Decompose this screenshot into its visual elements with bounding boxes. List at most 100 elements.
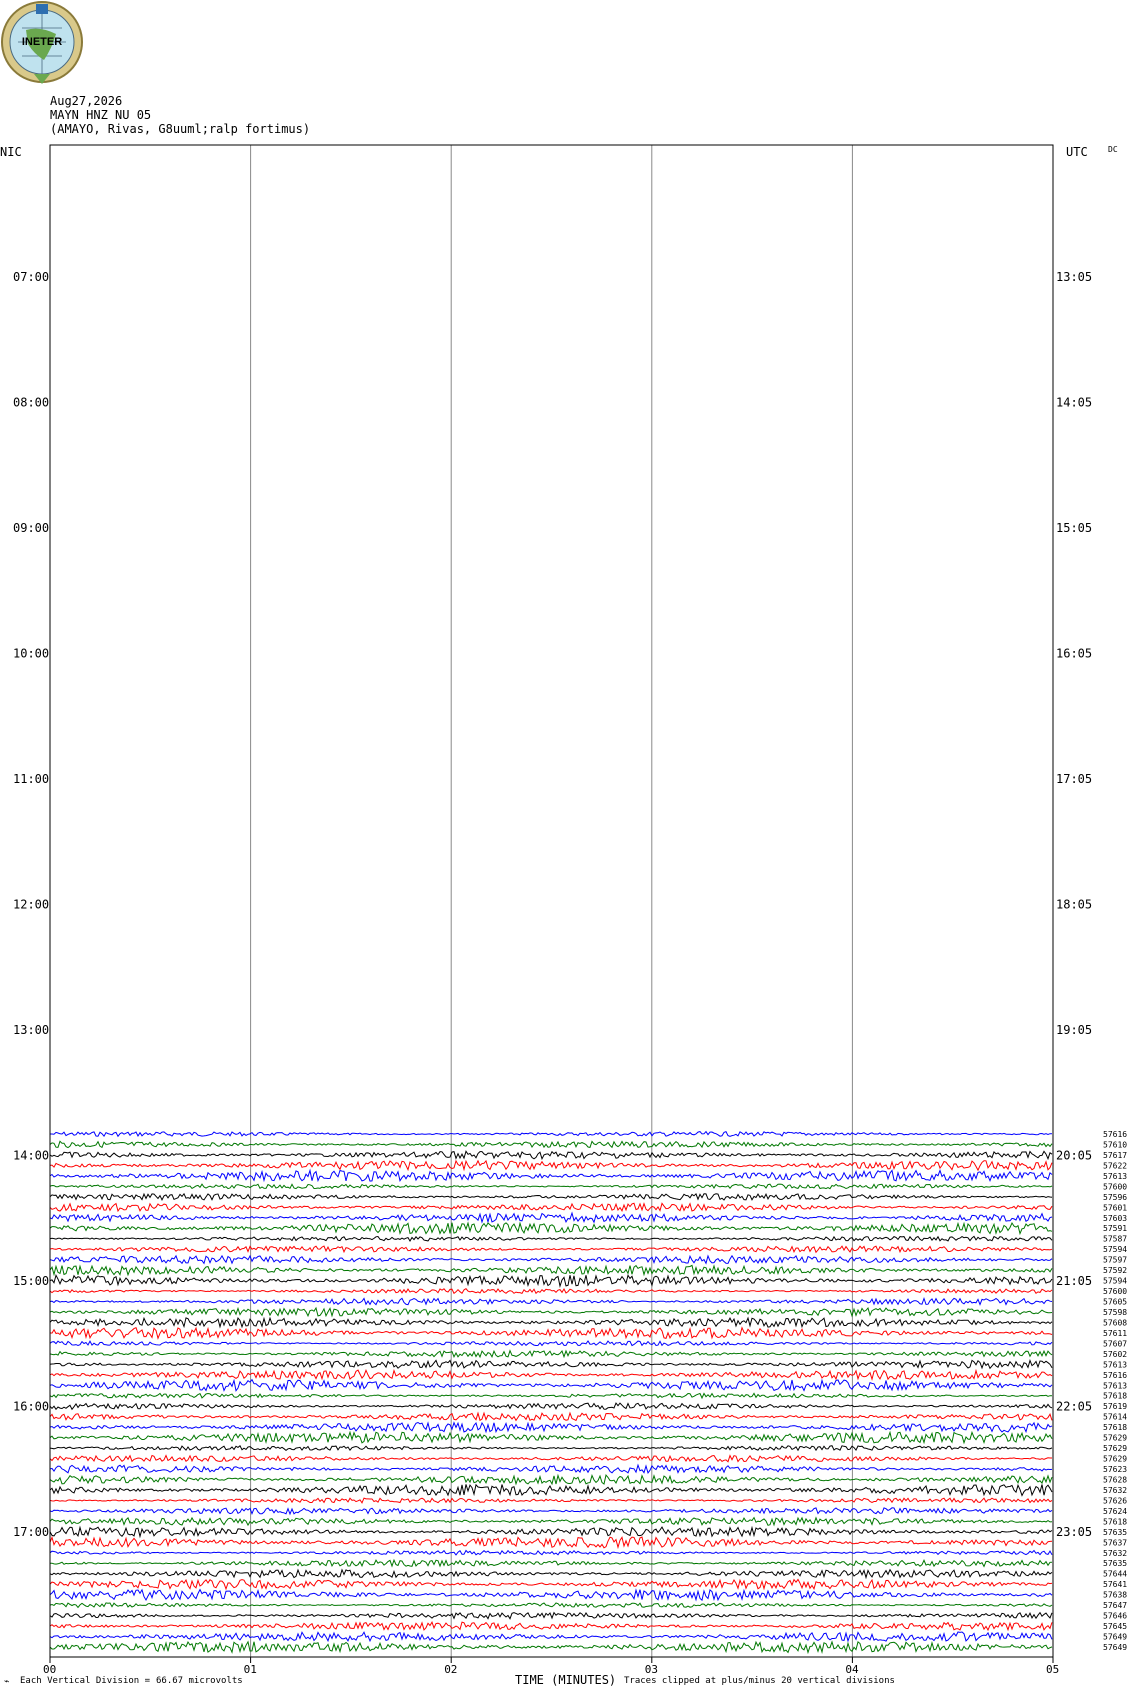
dc-label: DC [1108,145,1118,154]
left-hour-label: 09:00 [13,521,49,535]
trace-id-label: 57644 [1103,1570,1127,1579]
seismic-trace [49,1602,1053,1609]
seismic-trace [49,1497,1053,1504]
seismic-trace [49,1507,1053,1516]
trace-id-label: 57629 [1103,1444,1127,1453]
trace-id-label: 57601 [1103,1203,1127,1212]
trace-id-label: 57616 [1103,1130,1127,1139]
trace-id-label: 57618 [1103,1423,1127,1432]
right-hour-label: 19:05 [1056,1023,1092,1037]
seismic-trace [50,1558,1053,1568]
seismic-trace [49,1445,1053,1452]
trace-id-label: 57613 [1103,1172,1127,1181]
seismic-trace [49,1535,1053,1550]
seismic-trace [49,1578,1053,1591]
seismic-trace [49,1454,1052,1463]
trace-id-label: 57603 [1103,1214,1127,1223]
seismic-trace [49,1621,1053,1632]
seismic-trace [49,1245,1053,1254]
seismic-trace [49,1588,1053,1602]
right-hour-label: 20:05 [1056,1149,1092,1163]
seismic-trace [49,1349,1053,1359]
right-hour-label: 17:05 [1056,772,1092,786]
trace-id-label: 57616 [1103,1371,1127,1380]
seismic-trace [49,1463,1053,1475]
trace-id-label: 57635 [1103,1559,1127,1568]
seismic-trace [49,1202,1053,1213]
microvolts-label: 66.67 microvolts [156,1676,243,1686]
trace-id-label: 57629 [1103,1455,1127,1464]
seismic-trace [49,1473,1053,1486]
trace-id-label: 57598 [1103,1308,1127,1317]
trace-id-label: 57619 [1103,1402,1127,1411]
trace-id-label: 57617 [1103,1151,1127,1160]
seismic-trace [49,1411,1053,1422]
seismic-trace [49,1159,1053,1172]
seismic-trace [49,1140,1053,1149]
trace-id-label: 57623 [1103,1465,1127,1474]
trace-id-label: 57618 [1103,1517,1127,1526]
trace-id-label: 57637 [1103,1538,1127,1547]
seismic-trace [49,1430,1053,1445]
seismic-trace [49,1483,1053,1497]
seismic-trace [49,1211,1053,1224]
seismic-trace [49,1378,1053,1392]
trace-id-label: 57624 [1103,1507,1127,1516]
plot-frame [49,144,1054,1658]
time-gridlines [250,145,853,1657]
seismic-trace [49,1640,1053,1655]
x-tick-label-05: 05 [1046,1663,1059,1676]
seismic-trace [49,1358,1053,1370]
trace-id-label: 57607 [1103,1339,1127,1348]
x-tick-label-00: 00 [43,1663,56,1676]
trace-id-label: 57608 [1103,1318,1127,1327]
trace-id-label: 57646 [1103,1612,1127,1621]
trace-id-label: 57638 [1103,1591,1127,1600]
right-hour-label: 15:05 [1056,521,1092,535]
seismic-trace [49,1326,1053,1340]
trace-id-label: 57632 [1103,1549,1127,1558]
seismic-trace [49,1525,1053,1539]
right-hour-label: 18:05 [1056,898,1092,912]
trace-id-label: 57641 [1103,1580,1127,1589]
trace-id-label: 57596 [1103,1193,1127,1202]
left-hour-label: 10:00 [13,647,49,661]
x-tick-label-03: 03 [645,1663,658,1676]
seismic-trace [49,1316,1053,1329]
left-hour-label: 08:00 [13,396,49,410]
right-hour-label: 14:05 [1056,396,1092,410]
seismic-trace [49,1631,1053,1643]
seismic-trace [49,1168,1053,1183]
left-hour-label: 07:00 [13,270,49,284]
seismic-trace [49,1254,1053,1265]
trace-id-label: 57605 [1103,1298,1127,1307]
left-hour-label: 12:00 [13,898,49,912]
left-hour-label: 16:00 [13,1400,49,1414]
trace-id-label: 57600 [1103,1287,1127,1296]
trace-id-label: 57611 [1103,1329,1127,1338]
x-axis-label: TIME (MINUTES) [515,1673,616,1687]
vertical-division-label: Each Vertical Division = [20,1676,151,1686]
seismic-trace [49,1235,1053,1242]
left-timezone-label: NIC [0,145,22,159]
trace-id-label: 57613 [1103,1381,1127,1390]
clip-note: Traces clipped at plus/minus 20 vertical… [624,1676,895,1686]
seismic-trace [49,1264,1053,1277]
trace-id-label: 57635 [1103,1528,1127,1537]
trace-id-label: 57591 [1103,1224,1127,1233]
right-hour-label: 21:05 [1056,1274,1092,1288]
left-hour-label: 11:00 [13,772,49,786]
x-tick-label-02: 02 [444,1663,457,1676]
seismic-trace [49,1368,1053,1382]
seismic-trace [49,1183,1053,1190]
trace-id-label: 57587 [1103,1235,1127,1244]
trace-id-label: 57647 [1103,1601,1127,1610]
seismic-trace [49,1611,1053,1620]
seismic-trace [49,1421,1053,1434]
trace-id-label: 57632 [1103,1486,1127,1495]
trace-id-label: 57594 [1103,1277,1127,1286]
left-hour-label: 13:00 [13,1023,49,1037]
trace-id-label: 57618 [1103,1392,1127,1401]
trace-id-label: 57628 [1103,1475,1127,1484]
seismic-trace [49,1192,1053,1202]
